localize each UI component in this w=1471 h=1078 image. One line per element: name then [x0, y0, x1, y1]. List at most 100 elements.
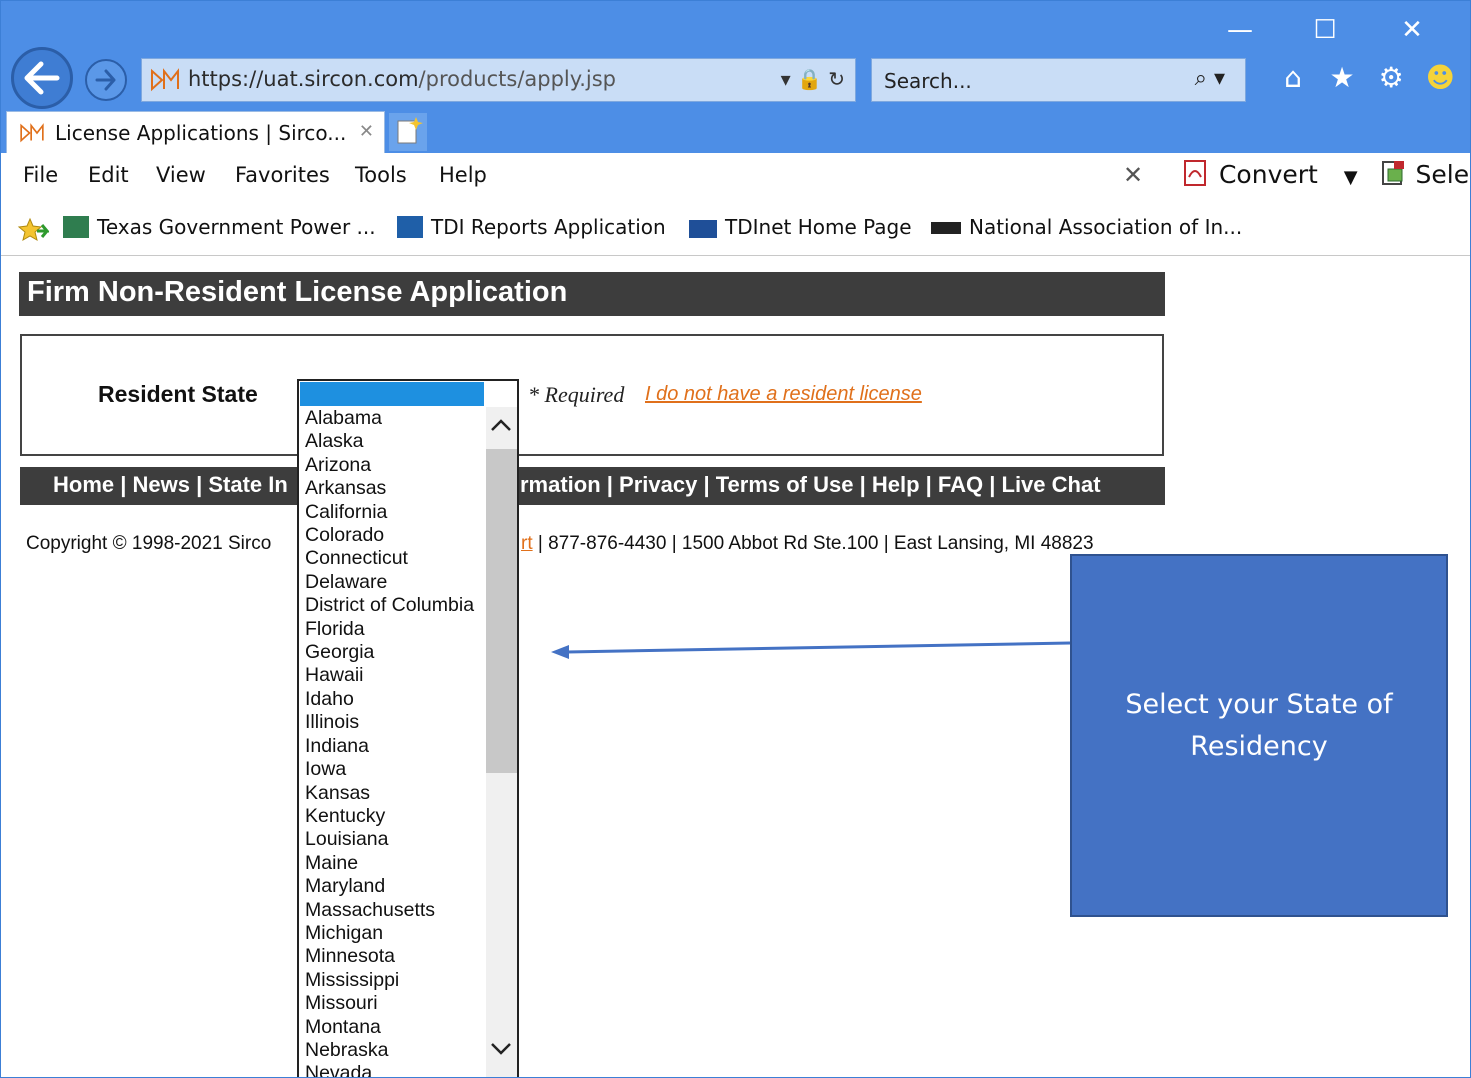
resident-state-label: Resident State — [98, 381, 258, 407]
home-icon[interactable]: ⌂ — [1271, 61, 1315, 94]
page-title: Firm Non-Resident License Application — [27, 276, 568, 308]
site-logo-icon — [20, 123, 44, 143]
close-window-button[interactable]: ✕ — [1392, 15, 1432, 45]
state-option[interactable]: Nebraska — [305, 1039, 474, 1062]
favorite-texas-gov-power[interactable]: Texas Government Power ... — [63, 215, 376, 239]
state-option[interactable]: Kansas — [305, 782, 474, 805]
state-option[interactable]: Delaware — [305, 571, 474, 594]
url-domain: uat.sircon.com — [263, 67, 419, 91]
state-option[interactable]: Arizona — [305, 454, 474, 477]
state-option[interactable]: Mississippi — [305, 969, 474, 992]
menu-edit[interactable]: Edit — [88, 163, 129, 187]
menu-file[interactable]: File — [23, 163, 58, 187]
state-options-list: Alabama Alaska Arizona Arkansas Californ… — [305, 407, 474, 1077]
state-option[interactable]: Michigan — [305, 922, 474, 945]
copyright-address: | 877-876-4430 | 1500 Abbot Rd Ste.100 |… — [532, 533, 1094, 554]
smiley-icon[interactable]: ☻ — [1418, 61, 1462, 94]
state-option[interactable]: Indiana — [305, 735, 474, 758]
site-logo-icon — [151, 68, 179, 92]
state-option[interactable]: Colorado — [305, 524, 474, 547]
state-option[interactable]: Georgia — [305, 641, 474, 664]
state-option[interactable]: Louisiana — [305, 828, 474, 851]
select-icon — [1381, 161, 1404, 185]
state-option[interactable]: California — [305, 501, 474, 524]
convert-toolbar: ✕ Convert ▼ Sele — [1123, 159, 1469, 189]
selected-option[interactable] — [300, 382, 484, 406]
favorite-label: National Association of In... — [969, 215, 1243, 239]
menu-view[interactable]: View — [156, 163, 206, 187]
favorites-star-icon[interactable] — [17, 217, 49, 243]
state-option[interactable]: Minnesota — [305, 945, 474, 968]
state-option[interactable]: Missouri — [305, 992, 474, 1015]
tdi-icon — [689, 220, 717, 238]
footer-nav: Home | News | State In rmation | Privacy… — [20, 467, 1165, 505]
scroll-up-chevron-icon[interactable] — [487, 411, 515, 439]
state-option[interactable]: Massachusetts — [305, 899, 474, 922]
powerbi-icon — [63, 216, 89, 238]
toolbar-close-icon[interactable]: ✕ — [1123, 161, 1143, 189]
scroll-down-chevron-icon[interactable] — [487, 1035, 515, 1063]
star-icon[interactable]: ★ — [1320, 61, 1364, 94]
back-arrow-icon — [24, 61, 60, 95]
new-tab-icon — [397, 117, 423, 144]
gear-icon[interactable]: ⚙ — [1369, 61, 1413, 94]
state-option[interactable]: Florida — [305, 618, 474, 641]
toolbar-icons: ⌂ ★ ⚙ ☻ — [1271, 61, 1462, 94]
browser-chrome: — ☐ ✕ https://uat.sircon.com/products/ap… — [1, 1, 1470, 153]
state-option[interactable]: Connecticut — [305, 547, 474, 570]
minimize-button[interactable]: — — [1220, 15, 1260, 45]
support-link[interactable]: rt — [521, 533, 533, 554]
state-option[interactable]: District of Columbia — [305, 594, 474, 617]
state-option[interactable]: Montana — [305, 1016, 474, 1039]
forward-arrow-icon — [95, 69, 116, 91]
convert-dropdown-icon[interactable]: ▼ — [1344, 167, 1358, 188]
address-bar[interactable]: https://uat.sircon.com/products/apply.js… — [141, 58, 856, 102]
required-note: * Required — [528, 382, 625, 407]
tab-license-applications[interactable]: License Applications | Sirco... ✕ — [6, 111, 385, 153]
favorite-tdinet-home[interactable]: TDInet Home Page — [689, 215, 912, 239]
search-box[interactable]: ⌕ ▾ — [871, 58, 1246, 102]
resident-state-select[interactable]: Alabama Alaska Arizona Arkansas Californ… — [297, 379, 519, 1077]
no-resident-license-link[interactable]: I do not have a resident license — [645, 383, 922, 406]
state-option[interactable]: Hawaii — [305, 664, 474, 687]
url-prefix: https:// — [188, 67, 264, 91]
favorite-label: Texas Government Power ... — [97, 215, 376, 239]
footer-nav-right[interactable]: rmation | Privacy | Terms of Use | Help … — [520, 472, 1101, 498]
state-option[interactable]: Alabama — [305, 407, 474, 430]
state-option[interactable]: Arkansas — [305, 477, 474, 500]
url-text[interactable]: https://uat.sircon.com/products/apply.js… — [188, 67, 616, 91]
browser-window: — ☐ ✕ https://uat.sircon.com/products/ap… — [0, 0, 1471, 1078]
state-option[interactable]: Maryland — [305, 875, 474, 898]
menu-bar: File Edit View Favorites Tools Help ✕ Co… — [1, 153, 1470, 203]
back-button[interactable] — [11, 47, 73, 109]
copyright-contact: rt | 877-876-4430 | 1500 Abbot Rd Ste.10… — [521, 533, 1094, 555]
state-option[interactable]: Nevada — [305, 1062, 474, 1077]
menu-favorites[interactable]: Favorites — [235, 163, 330, 187]
callout-text: Select your State of Residency — [1125, 689, 1393, 762]
state-option[interactable]: Kentucky — [305, 805, 474, 828]
menu-help[interactable]: Help — [439, 163, 487, 187]
convert-button[interactable]: Convert — [1219, 160, 1318, 189]
state-option[interactable]: Illinois — [305, 711, 474, 734]
page-title-bar: Firm Non-Resident License Application — [19, 272, 1165, 316]
state-option[interactable]: Alaska — [305, 430, 474, 453]
state-option[interactable]: Idaho — [305, 688, 474, 711]
favorites-bar: Texas Government Power ... TDI Reports A… — [1, 203, 1470, 256]
footer-nav-left[interactable]: Home | News | State In — [53, 472, 288, 498]
select-button[interactable]: Sele — [1416, 160, 1470, 189]
forward-button[interactable] — [85, 59, 127, 101]
tab-title: License Applications | Sirco... — [55, 121, 347, 145]
new-tab-button[interactable] — [389, 113, 427, 151]
tab-close-icon[interactable]: ✕ — [359, 121, 374, 142]
menu-tools[interactable]: Tools — [355, 163, 407, 187]
state-option[interactable]: Iowa — [305, 758, 474, 781]
dropdown-scrollbar-thumb[interactable] — [486, 449, 517, 773]
callout-box: Select your State of Residency — [1070, 554, 1448, 917]
favorite-naic[interactable]: National Association of In... — [931, 215, 1242, 239]
favorite-tdi-reports[interactable]: TDI Reports Application — [397, 215, 666, 239]
search-icon[interactable]: ⌕ ▾ — [1195, 66, 1225, 91]
address-tools[interactable]: ▾ 🔒 ↻ — [781, 67, 845, 91]
state-option[interactable]: Maine — [305, 852, 474, 875]
maximize-button[interactable]: ☐ — [1305, 15, 1345, 45]
search-input[interactable] — [882, 65, 1166, 97]
